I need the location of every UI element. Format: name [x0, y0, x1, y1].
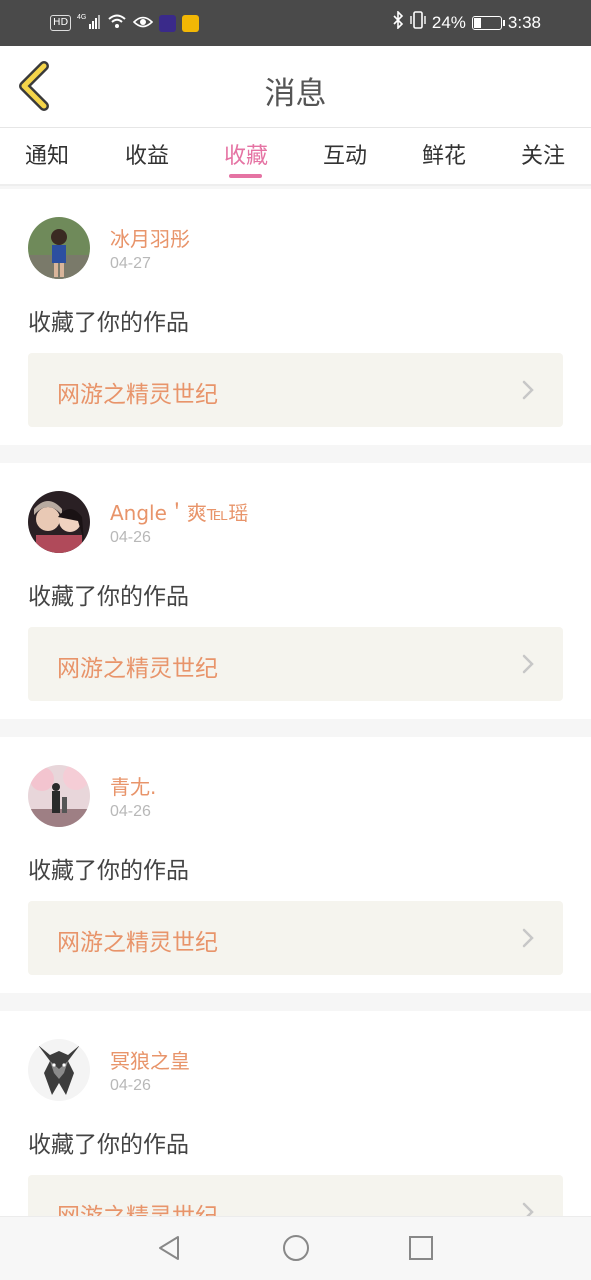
action-text: 收藏了你的作品 [28, 310, 189, 336]
work-link[interactable]: 网游之精灵世纪 [28, 353, 563, 427]
battery-percent: 24% [431, 12, 466, 32]
tab-notifications[interactable]: 通知 [25, 138, 69, 170]
list-item: Angle＇爽℡瑶 04-26 收藏了你的作品 网游之精灵世纪 [0, 463, 591, 719]
system-nav-bar [0, 1216, 591, 1280]
work-title: 网游之精灵世纪 [57, 930, 218, 956]
home-circle-icon[interactable] [281, 1233, 311, 1263]
tab-follows[interactable]: 关注 [521, 138, 565, 170]
timestamp: 04-26 [110, 1077, 151, 1094]
avatar[interactable] [28, 491, 90, 553]
active-tab-indicator [229, 174, 262, 178]
action-text: 收藏了你的作品 [28, 584, 189, 610]
work-link[interactable]: 网游之精灵世纪 [28, 1175, 563, 1216]
battery-icon [471, 15, 505, 30]
clock: 3:38 [507, 12, 541, 32]
message-list[interactable]: 冰月羽彤 04-27 收藏了你的作品 网游之精灵世纪 Angle＇爽℡瑶 04-… [0, 188, 591, 1216]
work-title: 网游之精灵世纪 [57, 1197, 218, 1216]
bluetooth-icon [392, 10, 404, 34]
tab-bar: 通知 收益 收藏 互动 鲜花 关注 [0, 128, 591, 186]
page-title: 消息 [264, 76, 327, 112]
avatar[interactable] [28, 1039, 90, 1101]
action-text: 收藏了你的作品 [28, 858, 189, 884]
list-item: 冰月羽彤 04-27 收藏了你的作品 网游之精灵世纪 [0, 189, 591, 445]
app-icon [159, 14, 177, 32]
tab-earnings[interactable]: 收益 [125, 138, 169, 170]
status-left: HD 4G [50, 12, 200, 34]
avatar[interactable] [28, 217, 90, 279]
chevron-right-icon [522, 380, 534, 400]
username[interactable]: 冰月羽彤 [110, 223, 190, 252]
username[interactable]: 青尢. [110, 771, 156, 800]
timestamp: 04-26 [110, 529, 151, 546]
avatar[interactable] [28, 765, 90, 827]
list-item: 青尢. 04-26 收藏了你的作品 网游之精灵世纪 [0, 737, 591, 993]
eye-icon [133, 14, 154, 33]
chevron-right-icon [522, 654, 534, 674]
wifi-icon [107, 13, 127, 33]
action-text: 收藏了你的作品 [28, 1132, 189, 1158]
back-triangle-icon[interactable] [154, 1233, 184, 1263]
username[interactable]: 冥狼之皇 [110, 1045, 190, 1074]
chevron-right-icon [522, 928, 534, 948]
tab-interactions[interactable]: 互动 [323, 138, 367, 170]
weibo-icon [182, 14, 200, 32]
work-title: 网游之精灵世纪 [57, 656, 218, 682]
work-title: 网游之精灵世纪 [57, 382, 218, 408]
tab-flowers[interactable]: 鲜花 [422, 138, 466, 170]
battery-level [473, 17, 481, 28]
list-item: 冥狼之皇 04-26 收藏了你的作品 网游之精灵世纪 [0, 1011, 591, 1216]
work-link[interactable]: 网游之精灵世纪 [28, 901, 563, 975]
status-right: 24% 3:38 [392, 10, 541, 34]
signal-icon: 4G [77, 12, 101, 34]
recents-square-icon[interactable] [406, 1233, 436, 1263]
work-link[interactable]: 网游之精灵世纪 [28, 627, 563, 701]
network-type: 4G [77, 14, 86, 21]
hd-indicator: HD [50, 15, 72, 31]
chevron-right-icon [522, 1202, 534, 1216]
timestamp: 04-27 [110, 255, 151, 272]
timestamp: 04-26 [110, 803, 151, 820]
status-bar: HD 4G 24% 3:38 [0, 0, 591, 46]
app-header: 消息 [0, 46, 591, 128]
vibrate-icon [410, 11, 426, 34]
tab-favorites[interactable]: 收藏 [224, 138, 268, 170]
username[interactable]: Angle＇爽℡瑶 [110, 497, 248, 526]
